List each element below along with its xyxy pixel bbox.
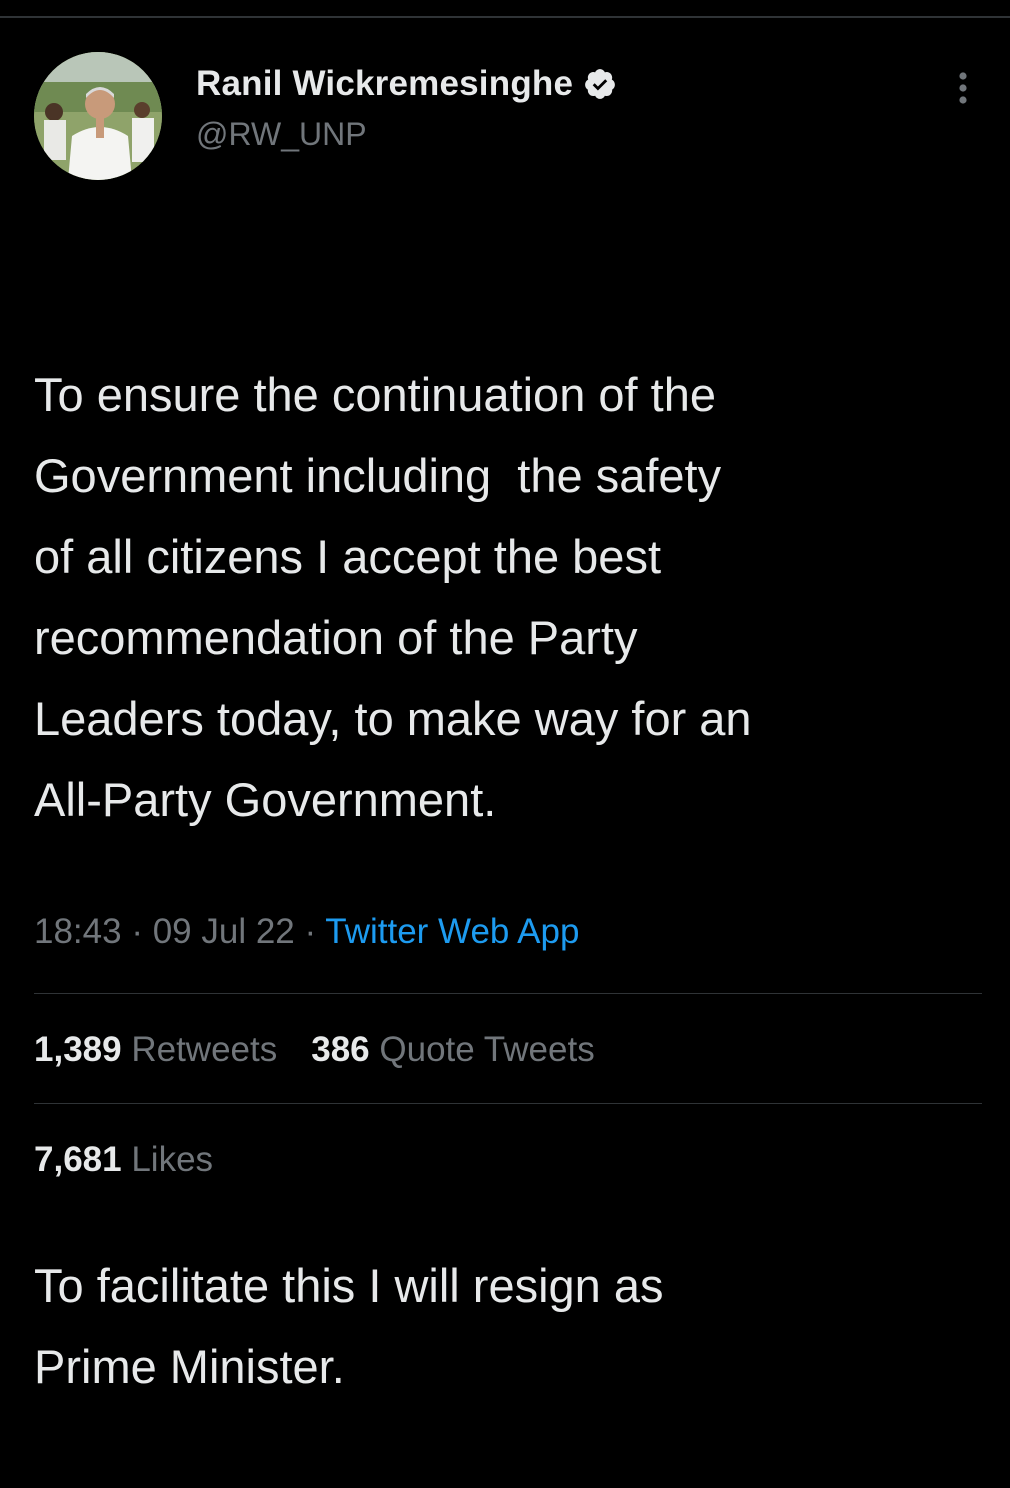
quote-tweets-stat[interactable]: 386 Quote Tweets: [311, 1030, 594, 1069]
stats-divider-top: [34, 993, 982, 994]
tweet-source-link[interactable]: Twitter Web App: [325, 912, 579, 951]
likes-stats-row: 7,681 Likes: [34, 1140, 213, 1180]
avatar[interactable]: [34, 52, 162, 180]
stats-divider-middle: [34, 1103, 982, 1104]
retweets-count: 1,389: [34, 1030, 122, 1069]
quote-tweets-count: 386: [311, 1030, 370, 1069]
top-divider: [0, 16, 1010, 18]
profile-photo-icon: [34, 52, 162, 180]
tweet-paragraph: To facilitate this I will resign as Prim…: [34, 1259, 664, 1393]
retweets-label: Retweets: [131, 1030, 278, 1069]
quote-tweets-label: Quote Tweets: [379, 1030, 595, 1069]
retweets-stat[interactable]: 1,389 Retweets: [34, 1030, 277, 1069]
engagement-stats-row: 1,389 Retweets 386 Quote Tweets: [34, 1030, 595, 1070]
author-display-name[interactable]: Ranil Wickremesinghe: [196, 64, 573, 104]
likes-label: Likes: [131, 1140, 214, 1179]
tweet-time[interactable]: 18:43: [34, 912, 122, 951]
meta-separator: ·: [294, 912, 326, 951]
tweet-metadata: 18:43 · 09 Jul 22 · Twitter Web App: [34, 912, 579, 952]
likes-stat[interactable]: 7,681 Likes: [34, 1140, 213, 1179]
more-options-icon[interactable]: [948, 68, 978, 108]
likes-count: 7,681: [34, 1140, 122, 1179]
tweet-date[interactable]: 09 Jul 22: [153, 912, 295, 951]
tweet-author: Ranil Wickremesinghe @RW_UNP: [196, 62, 617, 153]
author-name-row: Ranil Wickremesinghe: [196, 62, 617, 106]
meta-separator: ·: [121, 912, 153, 951]
tweet-text: To ensure the continuation of the Govern…: [34, 192, 994, 1488]
author-handle[interactable]: @RW_UNP: [196, 116, 617, 153]
tweet-paragraph: To ensure the continuation of the Govern…: [34, 368, 752, 826]
verified-badge-icon: [583, 67, 617, 101]
